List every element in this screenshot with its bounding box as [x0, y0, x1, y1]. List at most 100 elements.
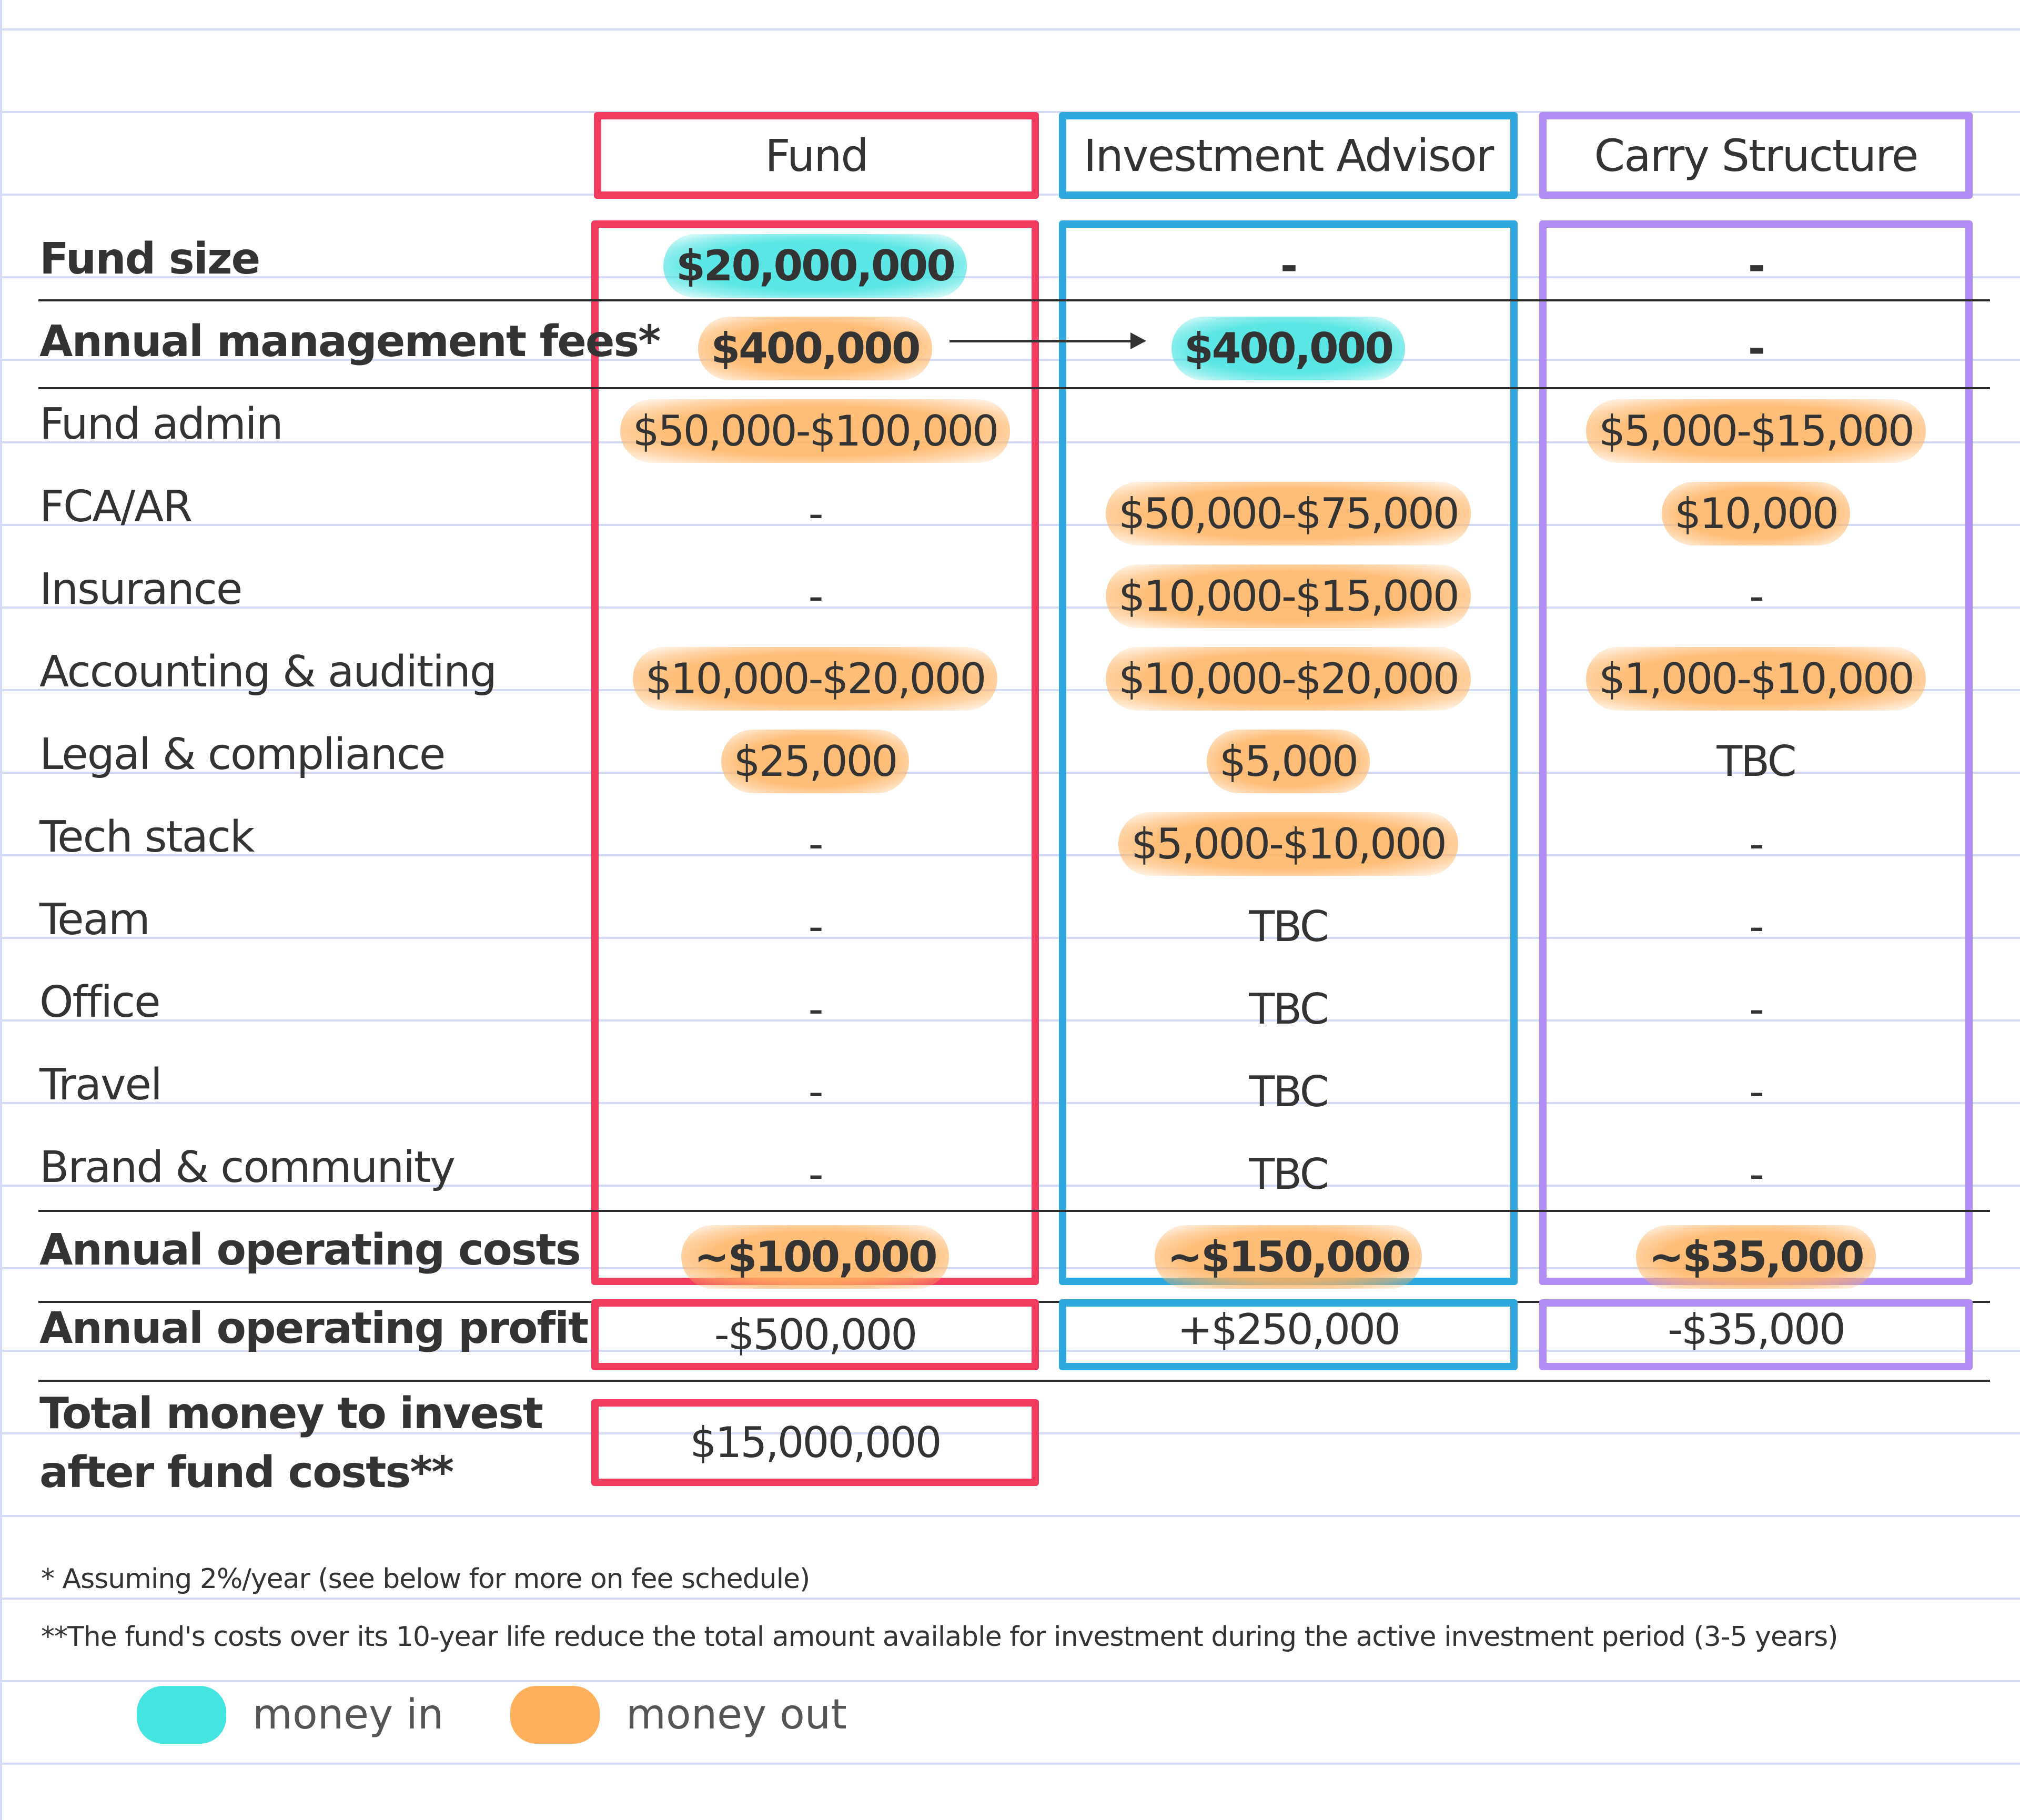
cell-carry: $5,000-$15,000 [1539, 394, 1973, 468]
value: - [1749, 819, 1764, 868]
highlighted-value: $10,000-$15,000 [1106, 564, 1471, 628]
row-label: Team [39, 895, 150, 945]
money-in-swatch-icon [137, 1686, 226, 1744]
fund-cost-table-page: Fund Investment Advisor Carry Structure … [0, 0, 2020, 1820]
value: - [808, 819, 824, 868]
cell-carry: TBC [1539, 724, 1973, 798]
cell-ia: TBC [1059, 972, 1518, 1046]
legend-money-out: money out [510, 1686, 847, 1744]
cell-carry: - [1539, 807, 1973, 881]
value: TBC [1249, 984, 1329, 1034]
cell-carry: $1,000-$10,000 [1539, 642, 1973, 715]
cell-ia [1059, 394, 1518, 468]
cell-fund: - [591, 972, 1039, 1046]
legend-money-in: money in [137, 1686, 443, 1744]
highlighted-value: $50,000-$75,000 [1106, 481, 1471, 545]
ruled-line [0, 1597, 2020, 1600]
cell-carry: $10,000 [1539, 477, 1973, 550]
column-header-investment-advisor: Investment Advisor [1083, 129, 1494, 181]
highlighted-value: $5,000-$10,000 [1118, 812, 1458, 876]
legend-label: money out [626, 1691, 847, 1738]
footnote-1: * Assuming 2%/year (see below for more o… [41, 1563, 810, 1595]
cell-ia: $400,000 [1059, 311, 1518, 385]
row-label: Accounting & auditing [39, 647, 497, 697]
cell-carry: - [1539, 559, 1973, 633]
highlighted-value: $400,000 [698, 316, 932, 380]
separator-line [38, 387, 1990, 389]
row-label: Office [39, 977, 161, 1027]
cell-ia: TBC [1059, 1055, 1518, 1128]
row-label: Travel [39, 1060, 163, 1110]
cell-ia: $5,000-$10,000 [1059, 807, 1518, 881]
cell-carry: - [1539, 1055, 1973, 1128]
legend-label: money in [252, 1691, 444, 1738]
value: TBC [1249, 1149, 1329, 1199]
row-label: FCA/AR [39, 482, 193, 532]
total-fund-value: $15,000,000 [690, 1418, 942, 1467]
row-label: Annual operating costs [39, 1225, 581, 1275]
ruled-line [0, 28, 2020, 31]
value: - [808, 1067, 824, 1116]
profit-ia-value: +$250,000 [1177, 1305, 1401, 1354]
cell-fund: - [591, 559, 1039, 633]
row-label: Fund size [39, 234, 260, 284]
highlighted-value: $10,000-$20,000 [1106, 646, 1471, 711]
cell-fund: - [591, 477, 1039, 550]
highlighted-value: $1,000-$10,000 [1586, 646, 1926, 711]
value: - [808, 571, 824, 621]
cell-carry: ~$35,000 [1539, 1220, 1973, 1293]
cell-fund: $400,000 [591, 311, 1039, 385]
highlighted-value: $25,000 [721, 729, 910, 793]
row-label: Legal & compliance [39, 730, 446, 780]
cell-fund: $10,000-$20,000 [591, 642, 1039, 715]
value [1276, 423, 1301, 438]
value: - [1748, 241, 1765, 290]
value: - [808, 984, 824, 1034]
footnote-2: **The fund's costs over its 10-year life… [41, 1621, 1839, 1653]
cell-carry: - [1539, 1137, 1973, 1211]
value: - [808, 902, 824, 951]
column-header-fund: Fund [765, 129, 869, 181]
highlighted-value: $50,000-$100,000 [620, 399, 1011, 463]
value: - [1749, 1067, 1764, 1116]
highlighted-value: $5,000-$15,000 [1586, 399, 1926, 463]
cell-fund: ~$100,000 [591, 1220, 1039, 1293]
value: TBC [1716, 736, 1796, 786]
cell-carry: - [1539, 311, 1973, 385]
highlighted-value: $5,000 [1207, 729, 1370, 793]
row-label: Fund admin [39, 399, 284, 449]
cell-ia: TBC [1059, 1137, 1518, 1211]
ruled-line [0, 1680, 2020, 1682]
value: - [1749, 984, 1764, 1034]
value: TBC [1249, 1067, 1329, 1116]
value: - [1749, 571, 1764, 621]
row-label: Brand & community [39, 1142, 456, 1192]
cell-ia: $50,000-$75,000 [1059, 477, 1518, 550]
cell-fund: $25,000 [591, 724, 1039, 798]
value: - [1280, 241, 1298, 290]
margin-line [0, 0, 2, 1820]
cell-ia: ~$150,000 [1059, 1220, 1518, 1293]
cell-ia: $10,000-$20,000 [1059, 642, 1518, 715]
column-header-carry-structure: Carry Structure [1594, 129, 1919, 181]
cell-fund: - [591, 807, 1039, 881]
profit-fund-value: -$500,000 [714, 1310, 918, 1359]
value: - [808, 489, 824, 538]
cell-ia: TBC [1059, 889, 1518, 963]
arrow-icon [950, 332, 1146, 349]
value: TBC [1249, 902, 1329, 951]
value: - [808, 1149, 824, 1199]
highlighted-value: ~$150,000 [1154, 1225, 1422, 1289]
cell-fund: $50,000-$100,000 [591, 394, 1039, 468]
cell-carry: - [1539, 889, 1973, 963]
highlighted-value: $10,000 [1662, 481, 1850, 545]
row-label-total-line1: Total money to invest [39, 1389, 543, 1439]
cell-ia: $10,000-$15,000 [1059, 559, 1518, 633]
row-label: Tech stack [39, 812, 255, 862]
cell-ia: - [1059, 229, 1518, 302]
ruled-line [0, 1763, 2020, 1765]
highlighted-value: ~$100,000 [681, 1225, 949, 1289]
value: - [1749, 1149, 1764, 1199]
cell-fund: - [591, 1137, 1039, 1211]
cell-fund: - [591, 889, 1039, 963]
